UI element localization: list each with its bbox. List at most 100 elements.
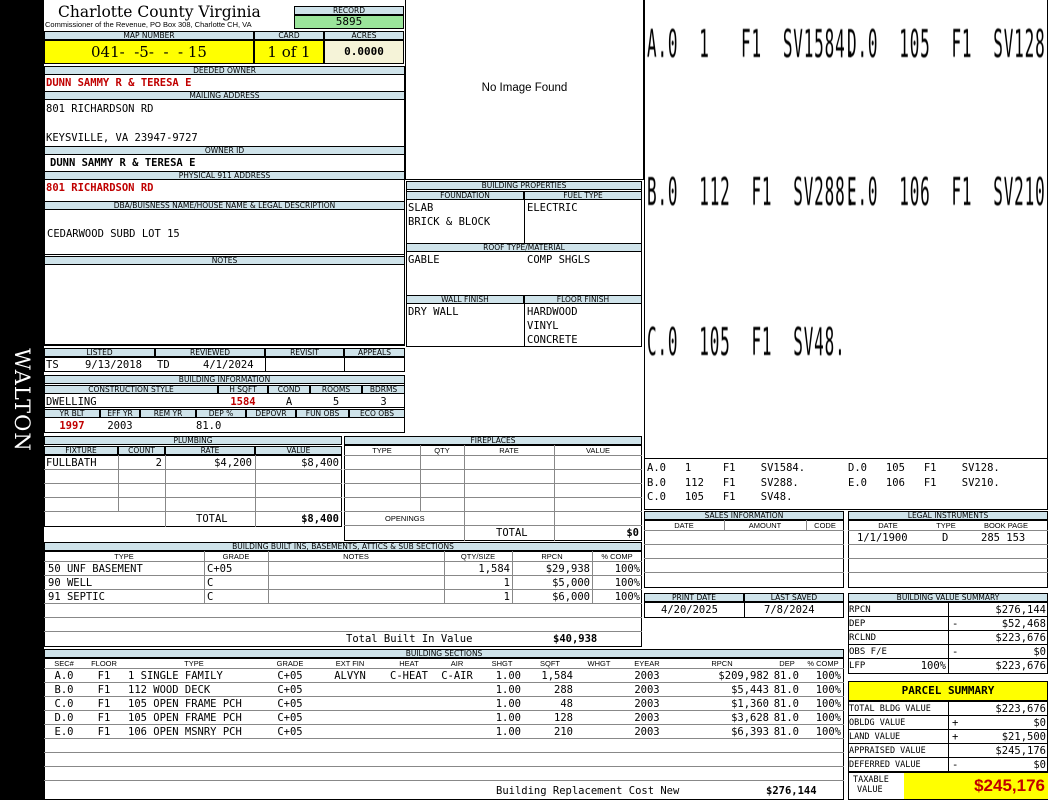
sections-header-air: AIR <box>450 659 464 668</box>
sections-header-extfin: EXT FIN <box>335 659 365 668</box>
plumbing-h-fixture: FIXTURE <box>44 446 118 455</box>
building-info-border <box>44 375 405 433</box>
legal-h-type: TYPE <box>936 521 956 530</box>
record-value: 5895 <box>294 15 404 29</box>
sections-header-heat: HEAT <box>399 659 419 668</box>
bi-grade: C <box>207 591 214 603</box>
legal-h-book: BOOK PAGE <box>983 521 1029 530</box>
section-grade: C+05 <box>277 684 303 696</box>
appeals-label: APPEALS <box>344 348 405 357</box>
fireplaces-title: FIREPLACES <box>344 436 642 445</box>
section-sec: E.0 <box>54 726 74 738</box>
ps-obldg-label: OBLDG VALUE <box>849 718 906 728</box>
vs-lfp-pct: 100% <box>920 660 946 672</box>
sketch-small-b: B.0 112 F1 SV288. <box>647 477 799 489</box>
fp-h-rate: RATE <box>499 446 519 455</box>
section-sec: C.0 <box>54 698 74 710</box>
sketch-big-b: B.0 112 F1 SV288. <box>647 170 856 214</box>
bi-qty: 1 <box>503 591 510 603</box>
last-saved-label: LAST SAVED <box>744 593 844 602</box>
sections-header-grade: GRADE <box>276 659 304 668</box>
section-floor: F1 <box>97 698 111 710</box>
section-sec: A.0 <box>54 670 74 682</box>
print-date: 4/20/2025 <box>661 604 718 616</box>
bi-rpcn: $5,000 <box>552 577 590 589</box>
section-dep: 81.0 <box>773 698 799 710</box>
bi-h-qty: QTY/SIZE <box>460 552 496 561</box>
section-sec: D.0 <box>54 712 74 724</box>
legal-type: D <box>942 532 949 544</box>
sales-h-date: DATE <box>674 521 694 530</box>
section-comp: 100% <box>815 670 841 682</box>
ps-deferred-value: $0 <box>1033 759 1046 771</box>
section-floor: F1 <box>97 670 111 682</box>
section-eyear: 2003 <box>634 670 660 682</box>
section-eyear: 2003 <box>634 726 660 738</box>
section-grade: C+05 <box>277 670 303 682</box>
bi-type: 90 WELL <box>48 577 93 589</box>
section-grade: C+05 <box>277 698 303 710</box>
fp-h-type: TYPE <box>372 446 392 455</box>
bi-h-grade: GRADE <box>222 552 250 561</box>
plumbing-h-value: VALUE <box>255 446 342 455</box>
section-rpcn: $5,443 <box>731 684 769 696</box>
legal-book: 285 153 <box>981 532 1026 544</box>
sections-header-comp: % COMP <box>807 659 839 668</box>
sections-total: $276,144 <box>766 785 817 797</box>
ps-deferred-label: DEFERRED VALUE <box>849 760 921 770</box>
fp-h-value: VALUE <box>585 446 611 455</box>
builtins-total: $40,938 <box>553 633 598 645</box>
section-sec: B.0 <box>54 684 74 696</box>
sketch-big-e: E.0 106 F1 SV210. <box>847 170 1048 214</box>
acres-value: 0.0000 <box>324 40 404 64</box>
ps-land-value: $21,500 <box>1001 731 1046 743</box>
vs-rclnd-value: $223,676 <box>995 632 1046 644</box>
section-dep: 81.0 <box>773 670 799 682</box>
section-type: 105 OPEN FRAME PCH <box>128 698 242 710</box>
section-sqft: 1,584 <box>541 670 573 682</box>
card-value: 1 of 1 <box>254 40 324 64</box>
bi-comp: 100% <box>614 577 640 589</box>
map-number-label: MAP NUMBER <box>44 31 254 40</box>
section-eyear: 2003 <box>634 684 660 696</box>
section-type: 105 OPEN FRAME PCH <box>128 712 242 724</box>
section-shgt: 1.00 <box>495 684 521 696</box>
sections-total-label: Building Replacement Cost New <box>496 785 680 797</box>
taxable-value: $245,176 <box>904 773 1048 799</box>
reviewed-date: 4/1/2024 <box>203 359 254 371</box>
revisit-label: REVISIT <box>265 348 344 357</box>
vs-lfp-value: $223,676 <box>995 660 1046 672</box>
bi-grade: C <box>207 577 214 589</box>
owner-panel-border <box>44 66 405 346</box>
listed-date: 9/13/2018 <box>85 359 142 371</box>
map-number: 041- -5- - - 15 <box>44 40 254 64</box>
section-sqft: 48 <box>560 698 573 710</box>
section-floor: F1 <box>97 684 111 696</box>
bi-h-notes: NOTES <box>343 552 369 561</box>
sections-header-floor: FLOOR <box>91 659 117 668</box>
section-heat: C-HEAT <box>390 670 428 682</box>
bi-rpcn: $29,938 <box>545 563 590 575</box>
bi-comp: 100% <box>614 591 640 603</box>
sections-header-dep: DEP <box>779 659 795 668</box>
plumbing-total-label: TOTAL <box>196 513 228 525</box>
section-grade: C+05 <box>277 726 303 738</box>
legal-h-date: DATE <box>878 521 898 530</box>
plumbing-h-rate: RATE <box>165 446 255 455</box>
bi-h-type: TYPE <box>114 552 134 561</box>
section-dep: 81.0 <box>773 726 799 738</box>
legal-title: LEGAL INSTRUMENTS <box>848 511 1048 520</box>
fp-openings-label: OPENINGS <box>385 514 425 523</box>
plumbing-total: $8,400 <box>301 513 339 525</box>
ps-land-label: LAND VALUE <box>849 732 901 742</box>
section-rpcn: $1,360 <box>731 698 769 710</box>
vs-dep-value: $52,468 <box>1001 618 1046 630</box>
section-sqft: 210 <box>554 726 573 738</box>
section-shgt: 1.00 <box>495 698 521 710</box>
parcel-summary-title: PARCEL SUMMARY <box>848 681 1048 701</box>
vs-lfp-label: LFP <box>849 661 866 671</box>
bi-type: 91 SEPTIC <box>48 591 105 603</box>
ps-obldg-value: $0 <box>1033 717 1046 729</box>
bi-rpcn: $6,000 <box>552 591 590 603</box>
section-type: 112 WOOD DECK <box>128 684 211 696</box>
